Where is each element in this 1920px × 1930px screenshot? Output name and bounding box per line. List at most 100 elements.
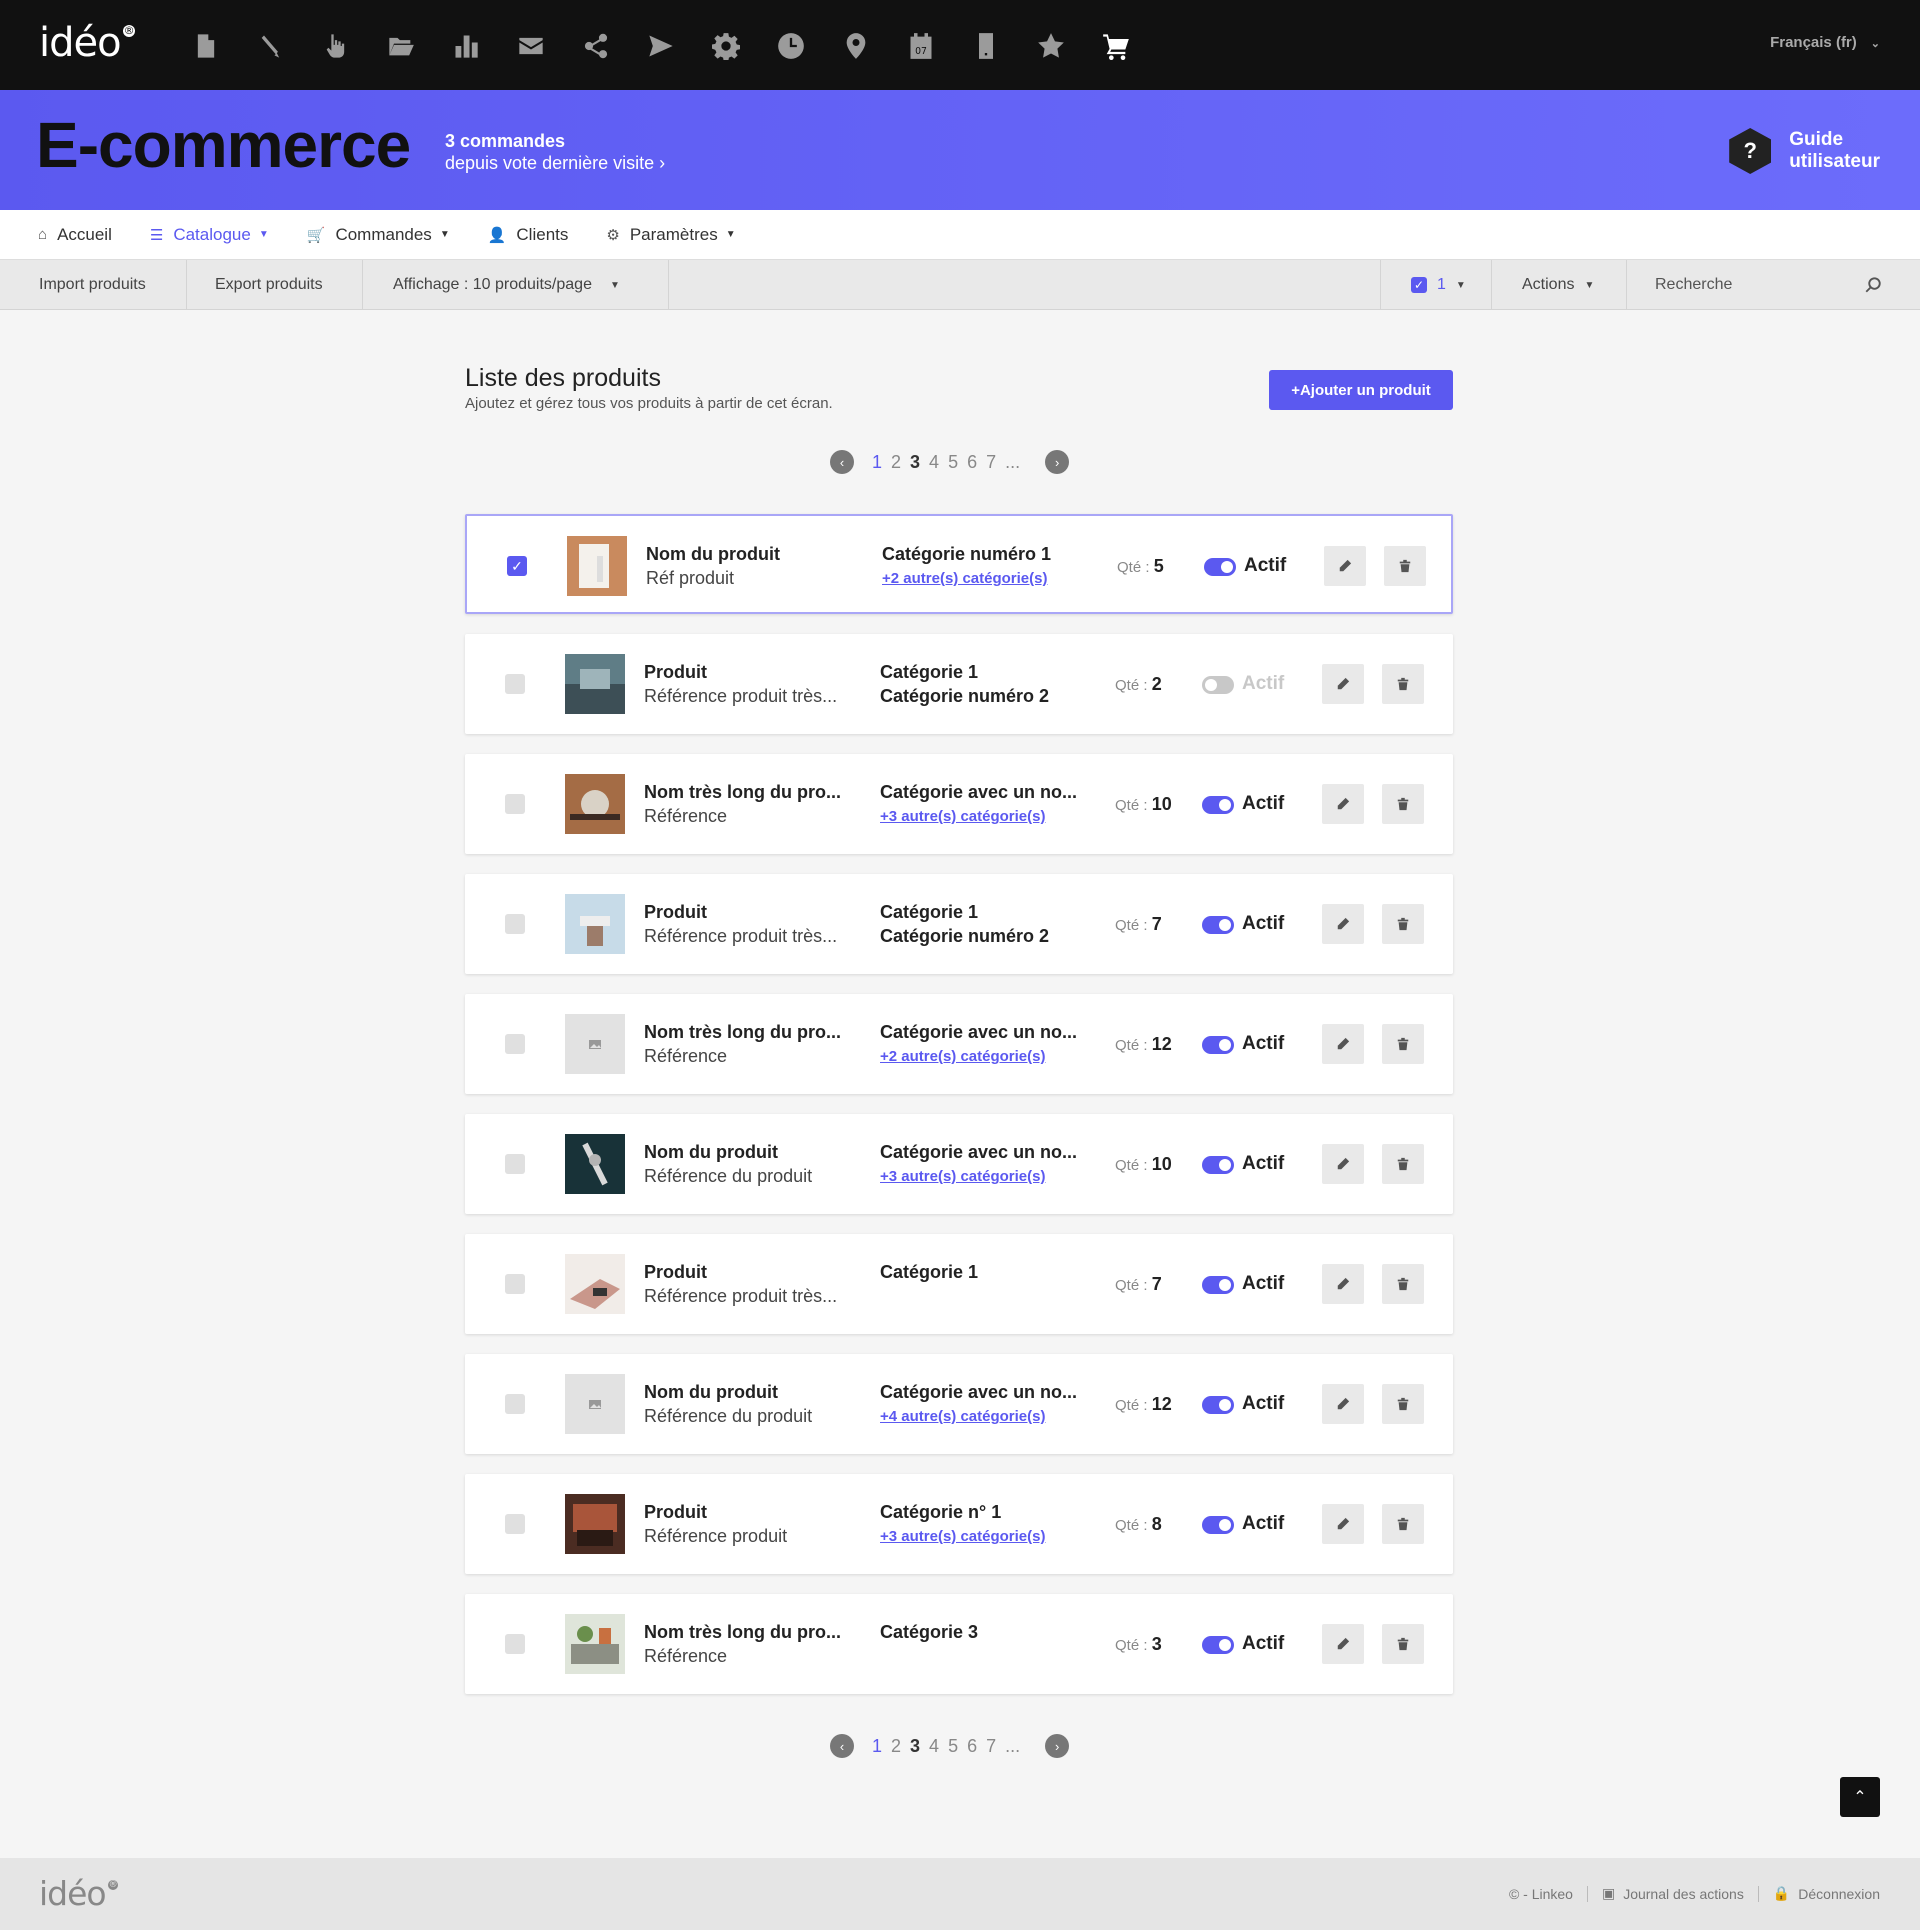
product-name[interactable]: Nom très long du pro... bbox=[644, 782, 864, 803]
row-checkbox[interactable] bbox=[505, 1034, 525, 1054]
prev-page-button[interactable]: ‹ bbox=[830, 450, 854, 474]
user-guide-link[interactable]: ? Guide utilisateur bbox=[1729, 128, 1880, 174]
search-icon[interactable] bbox=[1864, 276, 1882, 294]
active-toggle[interactable] bbox=[1202, 1276, 1234, 1294]
edit-button[interactable] bbox=[1322, 664, 1364, 704]
delete-button[interactable] bbox=[1382, 1504, 1424, 1544]
nav-settings[interactable]: ⚙ Paramètres ▼ bbox=[606, 225, 735, 245]
delete-button[interactable] bbox=[1382, 664, 1424, 704]
star-icon[interactable] bbox=[1031, 28, 1071, 64]
row-checkbox[interactable] bbox=[505, 1274, 525, 1294]
mobile-icon[interactable] bbox=[966, 28, 1006, 64]
row-checkbox[interactable]: ✓ bbox=[507, 556, 527, 576]
active-toggle[interactable] bbox=[1202, 676, 1234, 694]
bar-chart-icon[interactable] bbox=[446, 28, 486, 64]
footer-logo[interactable]: idéo ® bbox=[39, 1874, 118, 1913]
product-name[interactable]: Nom du produit bbox=[646, 544, 866, 565]
copyright[interactable]: © - Linkeo bbox=[1509, 1886, 1573, 1902]
edit-button[interactable] bbox=[1322, 904, 1364, 944]
more-categories-link[interactable]: +3 autre(s) catégorie(s) bbox=[880, 1528, 1045, 1545]
search-input[interactable]: Recherche bbox=[1627, 260, 1920, 310]
product-name[interactable]: Produit bbox=[644, 1502, 864, 1523]
page-number[interactable]: 7 bbox=[986, 1736, 996, 1757]
active-toggle[interactable] bbox=[1202, 1156, 1234, 1174]
delete-button[interactable] bbox=[1382, 784, 1424, 824]
edit-button[interactable] bbox=[1322, 1024, 1364, 1064]
edit-button[interactable] bbox=[1322, 1144, 1364, 1184]
active-toggle[interactable] bbox=[1204, 558, 1236, 576]
clock-icon[interactable] bbox=[771, 28, 811, 64]
delete-button[interactable] bbox=[1382, 1024, 1424, 1064]
edit-button[interactable] bbox=[1322, 1624, 1364, 1664]
send-icon[interactable] bbox=[641, 28, 681, 64]
product-name[interactable]: Nom du produit bbox=[644, 1382, 864, 1403]
more-categories-link[interactable]: +4 autre(s) catégorie(s) bbox=[880, 1408, 1045, 1425]
product-name[interactable]: Produit bbox=[644, 662, 864, 683]
product-row[interactable]: Nom du produit Référence du produit Catégo… bbox=[465, 1354, 1453, 1454]
edit-button[interactable] bbox=[1322, 1264, 1364, 1304]
product-row[interactable]: Nom très long du pro... Référence Catégori… bbox=[465, 754, 1453, 854]
edit-button[interactable] bbox=[1322, 1504, 1364, 1544]
page-number[interactable]: 3 bbox=[910, 1736, 920, 1757]
nav-clients[interactable]: 👤 Clients bbox=[488, 225, 569, 245]
document-icon[interactable] bbox=[186, 28, 226, 64]
row-checkbox[interactable] bbox=[505, 674, 525, 694]
export-products-button[interactable]: Export produits bbox=[187, 260, 363, 310]
logout-link[interactable]: Déconnexion bbox=[1798, 1886, 1880, 1902]
next-page-button[interactable]: › bbox=[1045, 450, 1070, 474]
active-toggle[interactable] bbox=[1202, 916, 1234, 934]
page-number[interactable]: 6 bbox=[967, 452, 977, 473]
hand-pointer-icon[interactable] bbox=[316, 28, 356, 64]
page-number[interactable]: 4 bbox=[929, 452, 939, 473]
product-row[interactable]: Produit Référence produit très... Catégori… bbox=[465, 1234, 1453, 1334]
calendar-icon[interactable]: 07 bbox=[901, 28, 941, 64]
map-pin-icon[interactable] bbox=[836, 28, 876, 64]
add-product-button[interactable]: +Ajouter un produit bbox=[1269, 370, 1453, 410]
page-number[interactable]: 2 bbox=[891, 1736, 901, 1757]
product-name[interactable]: Produit bbox=[644, 902, 864, 923]
product-name[interactable]: Nom très long du pro... bbox=[644, 1022, 864, 1043]
page-number[interactable]: 1 bbox=[872, 1736, 882, 1757]
edit-button[interactable] bbox=[1322, 784, 1364, 824]
delete-button[interactable] bbox=[1382, 1384, 1424, 1424]
nav-catalogue[interactable]: ☰ Catalogue ▼ bbox=[150, 225, 269, 245]
scroll-to-top-button[interactable]: ⌃ bbox=[1840, 1777, 1880, 1817]
row-checkbox[interactable] bbox=[505, 1634, 525, 1654]
product-row[interactable]: Nom très long du pro... Référence Catégori… bbox=[465, 994, 1453, 1094]
row-checkbox[interactable] bbox=[505, 1154, 525, 1174]
journal-link[interactable]: Journal des actions bbox=[1623, 1886, 1744, 1902]
product-name[interactable]: Nom du produit bbox=[644, 1142, 864, 1163]
product-row[interactable]: Nom très long du pro... Référence Catégori… bbox=[465, 1594, 1453, 1694]
envelope-icon[interactable] bbox=[511, 28, 551, 64]
edit-button[interactable] bbox=[1324, 546, 1366, 586]
share-icon[interactable] bbox=[576, 28, 616, 64]
product-row[interactable]: ✓ Nom du produit Réf produit Catégorie numé… bbox=[465, 514, 1453, 614]
active-toggle[interactable] bbox=[1202, 1036, 1234, 1054]
product-name[interactable]: Nom très long du pro... bbox=[644, 1622, 864, 1643]
delete-button[interactable] bbox=[1382, 904, 1424, 944]
more-categories-link[interactable]: +2 autre(s) catégorie(s) bbox=[882, 570, 1047, 587]
delete-button[interactable] bbox=[1382, 1144, 1424, 1184]
cart-icon[interactable] bbox=[1096, 28, 1136, 64]
page-number[interactable]: 7 bbox=[986, 452, 996, 473]
page-number[interactable]: 4 bbox=[929, 1736, 939, 1757]
product-row[interactable]: Produit Référence produit Catégorie n° 1 +3… bbox=[465, 1474, 1453, 1574]
product-row[interactable]: Produit Référence produit très... Catégori… bbox=[465, 874, 1453, 974]
nav-home[interactable]: ⌂ Accueil bbox=[38, 225, 112, 245]
page-number[interactable]: 2 bbox=[891, 452, 901, 473]
row-checkbox[interactable] bbox=[505, 914, 525, 934]
import-products-button[interactable]: Import produits bbox=[0, 260, 187, 310]
display-per-page-dropdown[interactable]: Affichage : 10 produits/page ▼ bbox=[363, 260, 669, 310]
orders-notice[interactable]: 3 commandes depuis vote dernière visite … bbox=[445, 130, 665, 174]
delete-button[interactable] bbox=[1384, 546, 1426, 586]
edit-button[interactable] bbox=[1322, 1384, 1364, 1424]
page-number[interactable]: 5 bbox=[948, 452, 958, 473]
more-categories-link[interactable]: +2 autre(s) catégorie(s) bbox=[880, 1048, 1045, 1065]
active-toggle[interactable] bbox=[1202, 1636, 1234, 1654]
row-checkbox[interactable] bbox=[505, 1394, 525, 1414]
row-checkbox[interactable] bbox=[505, 1514, 525, 1534]
language-selector[interactable]: Français (fr) ⌄ bbox=[1770, 34, 1880, 51]
active-toggle[interactable] bbox=[1202, 796, 1234, 814]
nav-orders[interactable]: 🛒 Commandes ▼ bbox=[307, 225, 450, 245]
pencil-icon[interactable] bbox=[251, 28, 291, 64]
